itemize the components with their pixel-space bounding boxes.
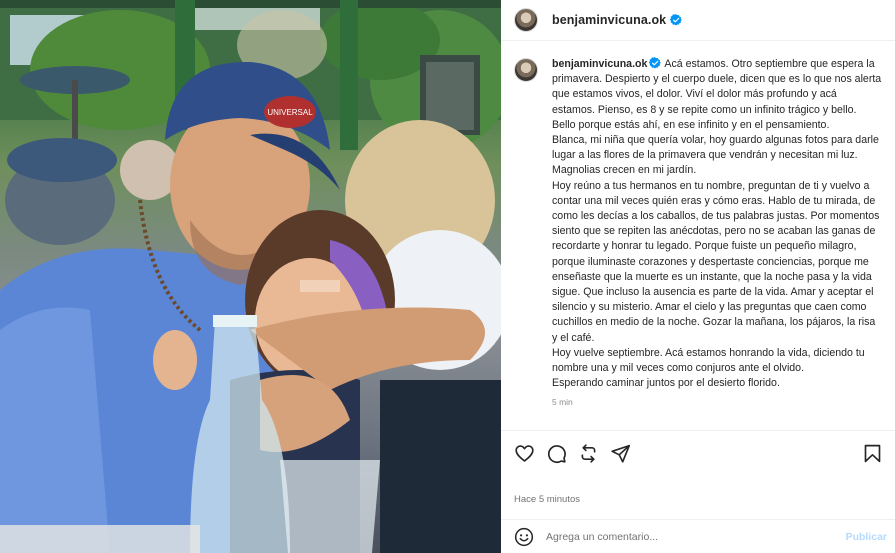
add-comment-bar: Publicar — [501, 519, 895, 553]
comments-scroll-area[interactable]: benjaminvicuna.ok Acá estamos. Otro sept… — [501, 42, 895, 430]
caption-body: benjaminvicuna.ok Acá estamos. Otro sept… — [552, 57, 882, 407]
author-username[interactable]: benjaminvicuna.ok — [552, 13, 666, 27]
caption-author-avatar[interactable] — [514, 58, 538, 82]
heart-icon — [514, 444, 534, 462]
caption-text: benjaminvicuna.ok Acá estamos. Otro sept… — [552, 57, 882, 391]
bookmark-icon — [864, 444, 880, 462]
caption-paragraph: Esperando caminar juntos por el desierto… — [552, 377, 780, 390]
action-icons-row — [513, 442, 883, 464]
publish-button[interactable]: Publicar — [846, 531, 887, 543]
paper-plane-icon — [610, 444, 630, 463]
repost-arrows-icon — [581, 443, 595, 463]
post-side-panel: benjaminvicuna.ok benjaminvicuna.ok Acá … — [501, 0, 895, 553]
photo-illustration: UNIVERSAL — [0, 0, 501, 553]
caption-paragraph: Blanca, mi niña que quería volar, hoy gu… — [552, 134, 879, 177]
verified-badge-icon — [649, 57, 662, 69]
comment-button[interactable] — [545, 442, 567, 464]
emoji-picker-button[interactable] — [514, 527, 534, 547]
comment-input[interactable] — [546, 530, 816, 543]
post-time-ago[interactable]: Hace 5 minutos — [514, 494, 580, 505]
verified-badge-icon — [670, 14, 683, 26]
post-caption: benjaminvicuna.ok Acá estamos. Otro sept… — [514, 57, 886, 407]
author-avatar[interactable] — [514, 8, 538, 32]
caption-timestamp[interactable]: 5 min — [552, 397, 882, 407]
repost-button[interactable] — [577, 442, 599, 464]
cap-logo-text: UNIVERSAL — [267, 108, 313, 117]
speech-bubble-icon — [547, 444, 566, 463]
post-header: benjaminvicuna.ok — [501, 0, 895, 41]
save-button[interactable] — [861, 442, 883, 464]
caption-paragraph: Hoy vuelve septiembre. Acá estamos honra… — [552, 346, 865, 375]
post-photo[interactable]: UNIVERSAL — [0, 0, 501, 553]
like-button[interactable] — [513, 442, 535, 464]
share-button[interactable] — [609, 442, 631, 464]
caption-paragraph: Hoy reúno a tus hermanos en tu nombre, p… — [552, 179, 880, 344]
smiley-icon — [514, 527, 534, 546]
caption-username[interactable]: benjaminvicuna.ok — [552, 58, 647, 70]
